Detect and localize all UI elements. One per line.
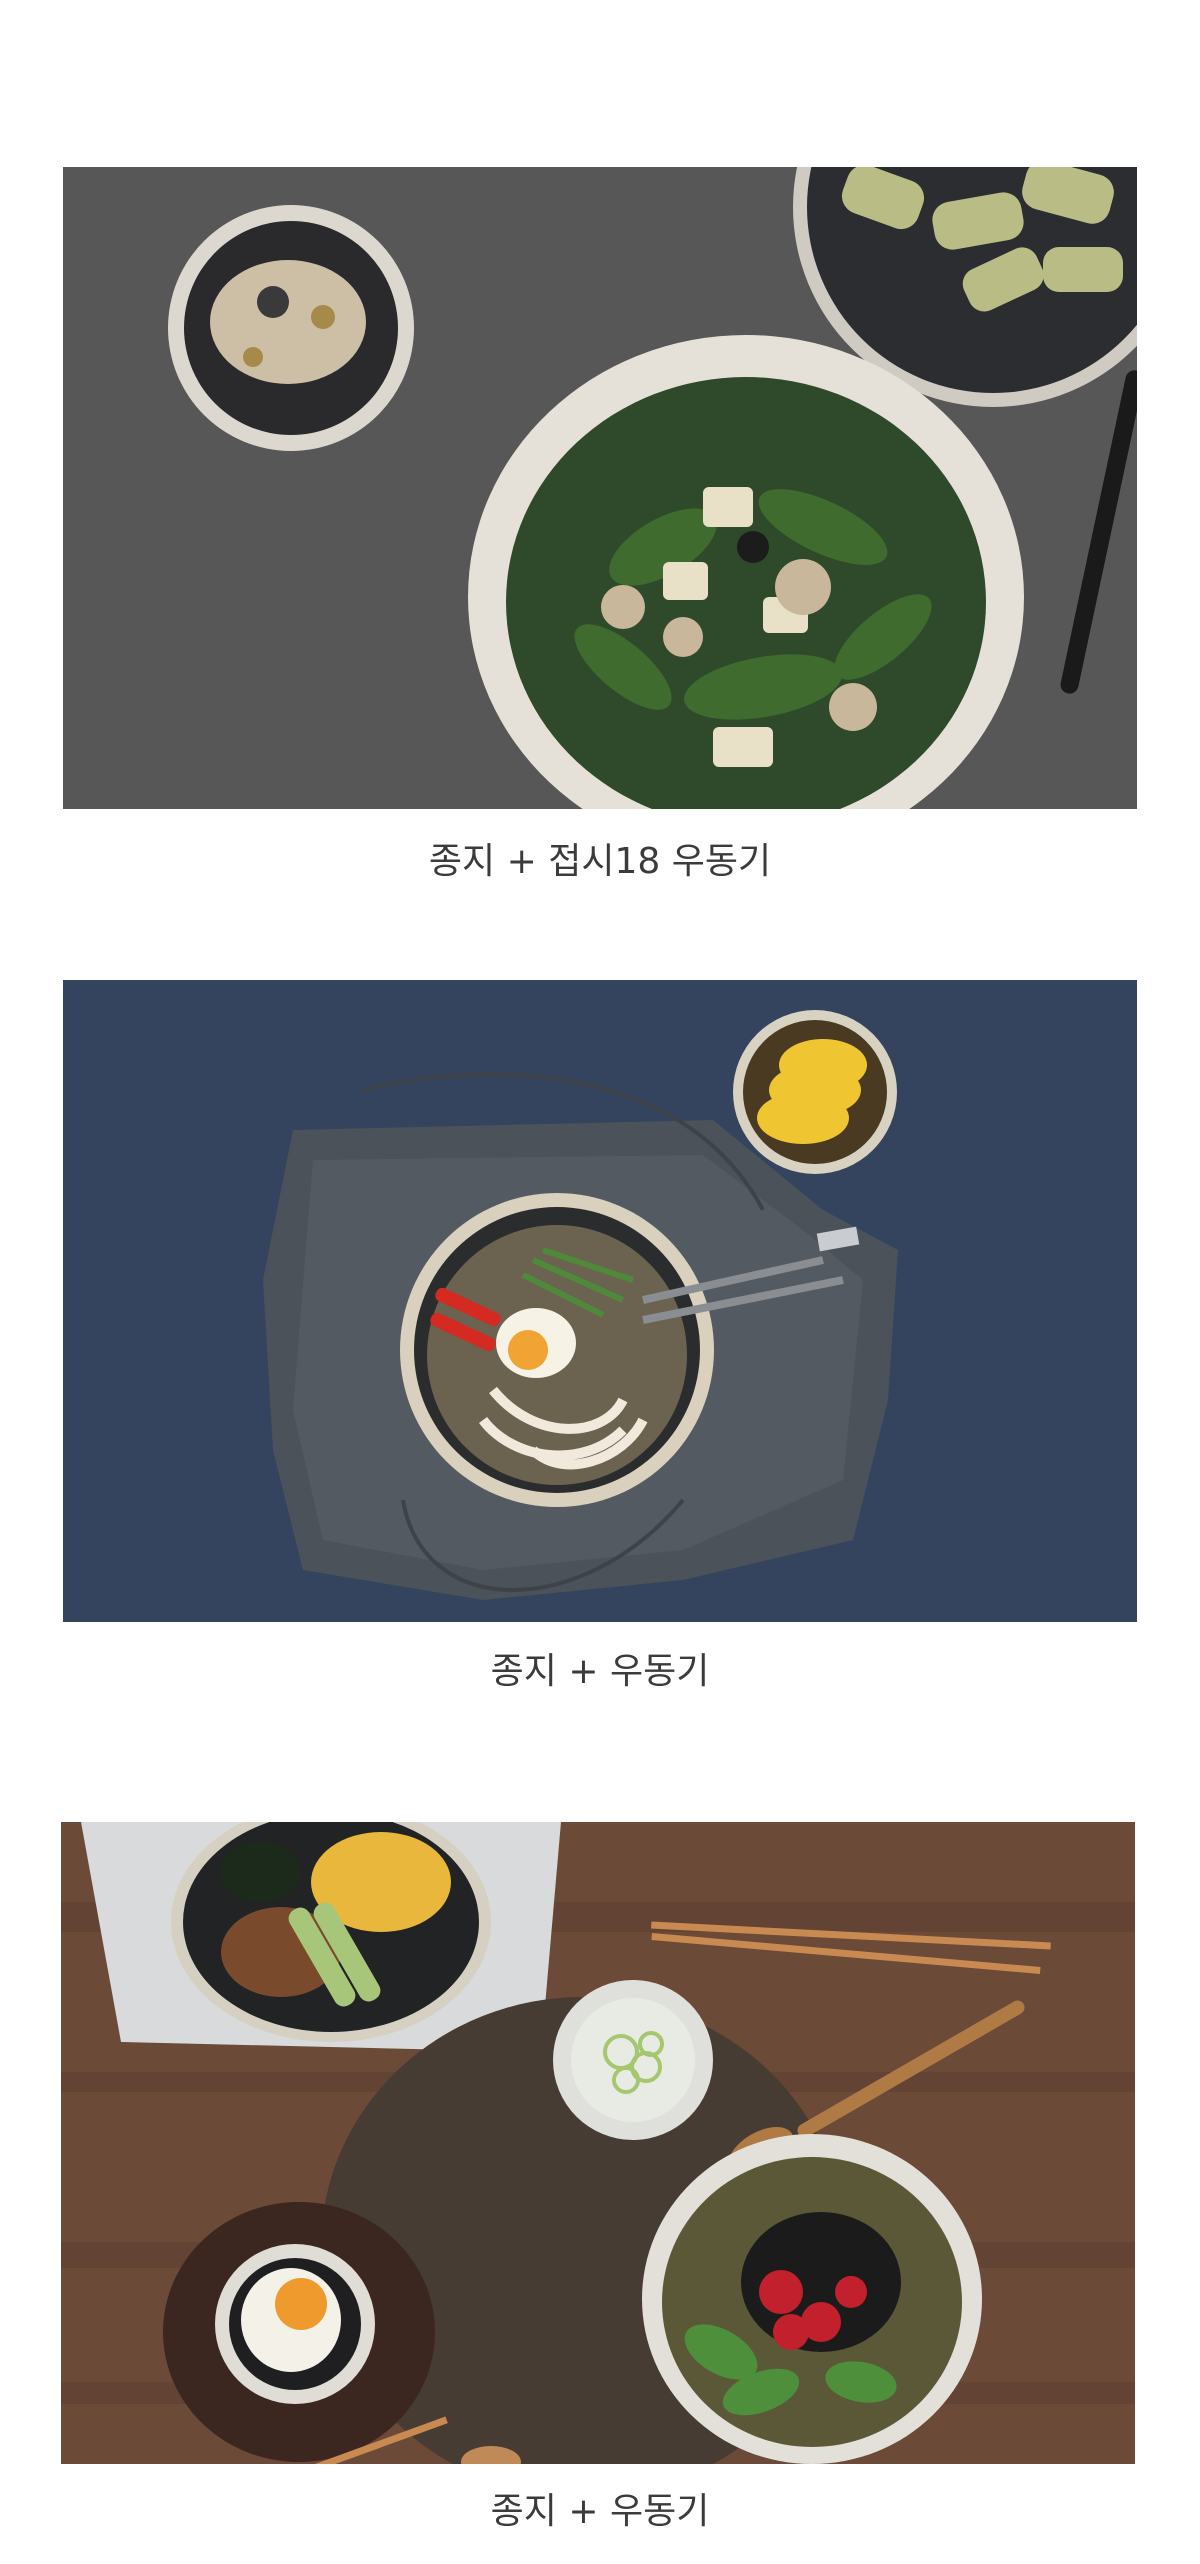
- section-1-caption: 종지 + 접시18 우동기: [428, 841, 772, 882]
- section-3-caption: 종지 + 우동기: [490, 2491, 710, 2532]
- bibimbap-table-photo: [61, 1822, 1135, 2464]
- udon-bowl-photo: [63, 980, 1137, 1622]
- section-2-caption: 종지 + 우동기: [490, 1651, 710, 1692]
- salad-bowl-photo: [63, 167, 1137, 809]
